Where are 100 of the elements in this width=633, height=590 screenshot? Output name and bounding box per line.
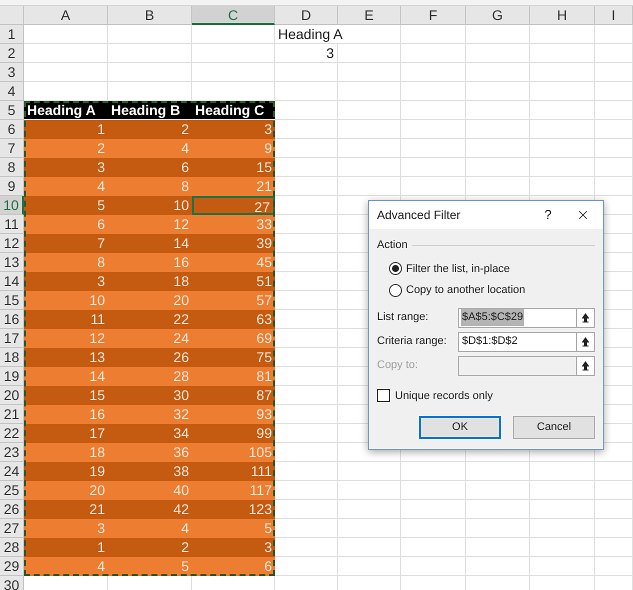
empty-cell[interactable] (595, 120, 633, 139)
empty-cell[interactable] (530, 158, 595, 177)
row-header[interactable]: 28 (0, 538, 24, 557)
column-header[interactable]: H (530, 6, 595, 25)
column-header[interactable]: D (275, 6, 338, 25)
empty-cell[interactable] (530, 139, 595, 158)
empty-cell[interactable] (401, 557, 466, 576)
empty-cell[interactable] (401, 462, 466, 481)
empty-cell[interactable] (338, 519, 401, 538)
column-header[interactable]: A (24, 6, 108, 25)
empty-cell[interactable] (595, 101, 633, 120)
row-header[interactable]: 18 (0, 348, 24, 367)
empty-cell[interactable] (595, 44, 633, 63)
empty-cell[interactable] (338, 177, 401, 196)
empty-cell[interactable] (108, 63, 192, 82)
empty-cell[interactable] (595, 538, 633, 557)
empty-cell[interactable] (466, 25, 530, 44)
row-header[interactable]: 3 (0, 63, 24, 82)
empty-cell[interactable] (338, 120, 401, 139)
empty-cell[interactable] (530, 538, 595, 557)
row-header[interactable]: 25 (0, 481, 24, 500)
empty-cell[interactable] (108, 44, 192, 63)
row-header[interactable]: 8 (0, 158, 24, 177)
empty-cell[interactable] (530, 481, 595, 500)
row-header[interactable]: 19 (0, 367, 24, 386)
empty-cell[interactable] (108, 25, 192, 44)
empty-cell[interactable] (466, 44, 530, 63)
empty-cell[interactable] (530, 120, 595, 139)
empty-cell[interactable] (338, 538, 401, 557)
row-header[interactable]: 4 (0, 82, 24, 101)
empty-cell[interactable] (530, 177, 595, 196)
row-header[interactable]: 9 (0, 177, 24, 196)
empty-cell[interactable] (401, 139, 466, 158)
empty-cell[interactable] (466, 120, 530, 139)
row-header[interactable]: 29 (0, 557, 24, 576)
empty-cell[interactable] (466, 557, 530, 576)
empty-cell[interactable] (466, 500, 530, 519)
empty-cell[interactable] (595, 177, 633, 196)
empty-cell[interactable] (595, 25, 633, 44)
empty-cell[interactable] (530, 63, 595, 82)
empty-cell[interactable] (275, 82, 338, 101)
empty-cell[interactable] (401, 120, 466, 139)
empty-cell[interactable] (595, 139, 633, 158)
row-header[interactable]: 22 (0, 424, 24, 443)
empty-cell[interactable] (595, 481, 633, 500)
row-header[interactable]: 21 (0, 405, 24, 424)
empty-cell[interactable] (466, 177, 530, 196)
empty-cell[interactable] (530, 101, 595, 120)
row-header[interactable]: 2 (0, 44, 24, 63)
empty-cell[interactable] (338, 462, 401, 481)
column-header[interactable]: I (595, 6, 633, 25)
row-header[interactable]: 16 (0, 310, 24, 329)
empty-cell[interactable] (595, 519, 633, 538)
empty-cell[interactable] (275, 63, 338, 82)
empty-cell[interactable] (595, 500, 633, 519)
row-header[interactable]: 17 (0, 329, 24, 348)
empty-cell[interactable] (466, 82, 530, 101)
row-header[interactable]: 27 (0, 519, 24, 538)
empty-cell[interactable] (338, 158, 401, 177)
empty-cell[interactable] (401, 481, 466, 500)
row-header[interactable]: 6 (0, 120, 24, 139)
radio-button[interactable] (389, 284, 402, 297)
collapse-dialog-button[interactable] (577, 308, 595, 328)
empty-cell[interactable] (338, 139, 401, 158)
empty-cell[interactable] (401, 538, 466, 557)
column-header[interactable]: B (108, 6, 192, 25)
row-header[interactable]: 13 (0, 253, 24, 272)
row-header[interactable]: 5 (0, 101, 24, 120)
empty-cell[interactable] (338, 44, 401, 63)
empty-cell[interactable] (530, 500, 595, 519)
empty-cell[interactable] (192, 25, 275, 44)
empty-cell[interactable] (338, 500, 401, 519)
empty-cell[interactable] (192, 44, 275, 63)
collapse-dialog-button[interactable] (577, 356, 595, 376)
empty-cell[interactable] (192, 63, 275, 82)
empty-cell[interactable] (466, 481, 530, 500)
empty-cell[interactable] (401, 63, 466, 82)
empty-cell[interactable] (338, 101, 401, 120)
row-header[interactable]: 23 (0, 443, 24, 462)
empty-cell[interactable] (401, 25, 466, 44)
empty-cell[interactable] (595, 158, 633, 177)
column-header[interactable]: C (192, 6, 275, 25)
row-header[interactable]: 7 (0, 139, 24, 158)
checkbox[interactable] (377, 389, 390, 402)
row-header[interactable]: 30 (0, 576, 24, 590)
empty-cell[interactable] (401, 82, 466, 101)
collapse-dialog-button[interactable] (577, 332, 595, 352)
row-header[interactable]: 14 (0, 272, 24, 291)
column-header[interactable]: E (338, 6, 401, 25)
empty-cell[interactable] (530, 519, 595, 538)
empty-cell[interactable] (466, 462, 530, 481)
empty-cell[interactable] (401, 500, 466, 519)
empty-cell[interactable] (595, 63, 633, 82)
row-header[interactable]: 10 (0, 196, 24, 215)
empty-cell[interactable] (530, 557, 595, 576)
range-field[interactable]: $A$5:$C$29 (458, 308, 577, 328)
empty-cell[interactable] (466, 519, 530, 538)
empty-cell[interactable] (530, 25, 595, 44)
empty-cell[interactable] (401, 519, 466, 538)
empty-cell[interactable] (401, 101, 466, 120)
